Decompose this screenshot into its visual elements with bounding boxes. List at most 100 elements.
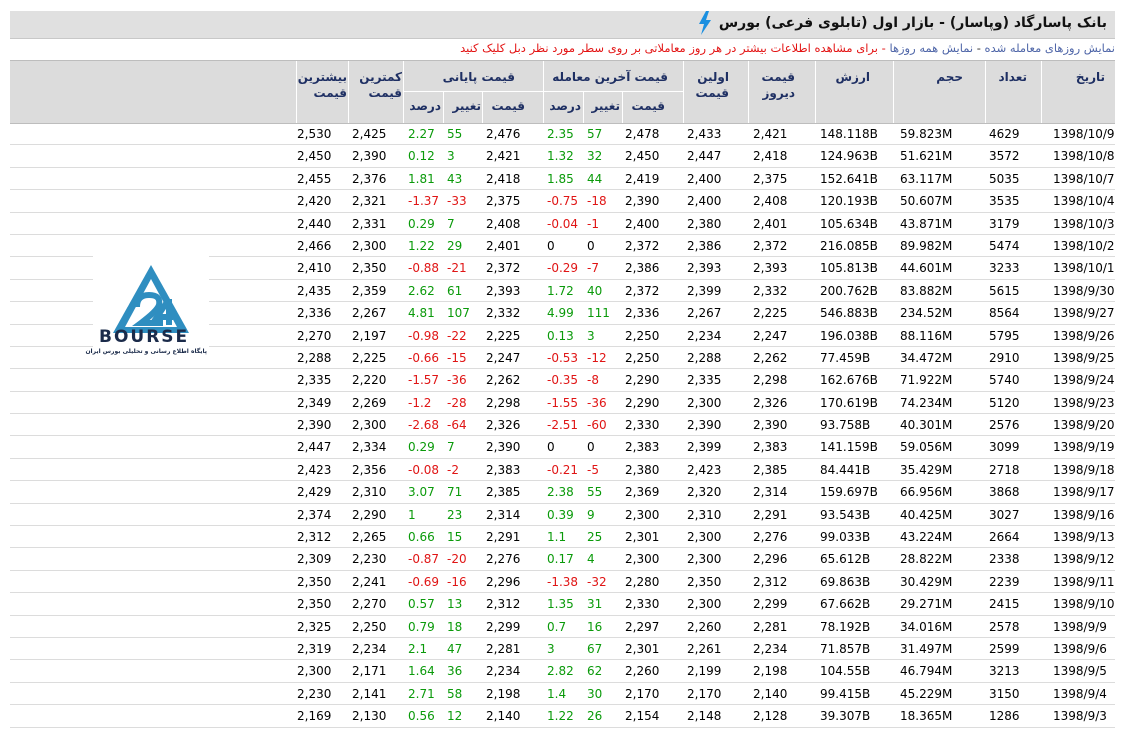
cell-volume: 40.425M (900, 507, 953, 522)
cell-value: 170.619B (820, 395, 878, 410)
show-traded-days-link[interactable]: نمایش روزهای معامله شده (985, 41, 1115, 55)
col-first[interactable]: اولین قیمت (684, 69, 729, 101)
table-row[interactable]: 2,300 2,171 1.64 36 2,234 2.82 62 2,260 2,199 2,1… (10, 660, 1115, 683)
cell-date: 1398/9/26 (1053, 328, 1115, 343)
table-row[interactable]: 2,349 2,269 -1.2 -28 2,298 -1.55 -36 2,290 2,300… (10, 392, 1115, 415)
cell-low: 2,425 (352, 127, 387, 141)
cell-last-chg: 0 (587, 440, 595, 455)
cell-last-pct: -1.55 (547, 395, 579, 410)
table-row[interactable]: 2,350 2,270 0.57 13 2,312 1.35 31 2,330 2,300 2,2… (10, 593, 1115, 616)
col-last-change[interactable]: تغییر (582, 99, 620, 113)
table-row[interactable]: 2,374 2,290 1 23 2,314 0.39 9 2,300 2,310 2,291 93… (10, 504, 1115, 527)
col-count[interactable]: تعداد (999, 69, 1027, 85)
cell-first: 2,350 (687, 574, 722, 589)
table-row[interactable]: 2,169 2,130 0.56 12 2,140 1.22 26 2,154 2,148 2,1… (10, 705, 1115, 728)
cell-count: 3233 (989, 261, 1020, 276)
table-row[interactable]: 2,450 2,390 0.12 3 2,421 1.32 32 2,450 2,447 2,41… (10, 145, 1115, 168)
cell-count: 2718 (989, 462, 1020, 477)
cell-last-pct: 2.38 (547, 485, 574, 500)
table-row[interactable]: 2,335 2,220 -1.57 -36 2,262 -0.35 -8 2,290 2,335… (10, 369, 1115, 392)
cell-high: 2,349 (297, 395, 332, 410)
cell-last-pct: -0.75 (547, 194, 579, 209)
cell-close: 2,385 (486, 485, 521, 500)
cell-close-pct: -0.08 (408, 462, 440, 477)
cell-first: 2,261 (687, 641, 722, 656)
cell-close: 2,291 (486, 530, 521, 545)
col-yesterday[interactable]: قیمت دیروز (750, 69, 795, 101)
cell-volume: 35.429M (900, 462, 953, 477)
cell-close: 2,234 (486, 664, 521, 679)
col-value[interactable]: ارزش (836, 69, 871, 85)
cell-close: 2,298 (486, 395, 521, 410)
cell-date: 1398/10/8 (1053, 149, 1115, 164)
col-low[interactable]: کمترین قیمت (352, 69, 402, 101)
cell-date: 1398/9/16 (1053, 507, 1115, 522)
cell-last-pct: 2.82 (547, 664, 574, 679)
table-row[interactable]: 2,447 2,334 0.29 7 2,390 0 0 2,383 2,399 2,383 141… (10, 436, 1115, 459)
cell-close-pct: 0.66 (408, 530, 435, 545)
cell-high: 2,350 (297, 597, 332, 612)
cell-high: 2,410 (297, 261, 332, 276)
cell-date: 1398/9/24 (1053, 373, 1115, 388)
cell-close-chg: 55 (447, 127, 463, 141)
table-row[interactable]: 2,455 2,376 1.81 43 2,418 1.85 44 2,419 2,400 2,3… (10, 168, 1115, 191)
table-row[interactable]: 2,390 2,300 -2.68 -64 2,326 -2.51 -60 2,330 2,39… (10, 414, 1115, 437)
cell-close-pct: -0.66 (408, 350, 440, 365)
col-volume[interactable]: حجم (936, 69, 963, 85)
cell-last-chg: 31 (587, 597, 603, 612)
col-close-percent[interactable]: درصد (408, 99, 441, 113)
cell-close: 2,225 (486, 328, 521, 343)
cell-count: 5474 (989, 238, 1020, 253)
table-row[interactable]: 2,429 2,310 3.07 71 2,385 2.38 55 2,369 2,320 2,3… (10, 481, 1115, 504)
table-row[interactable]: 2,319 2,234 2.1 47 2,281 3 67 2,301 2,261 2,234 71… (10, 638, 1115, 661)
cell-last: 2,330 (625, 597, 660, 612)
cell-yesterday: 2,372 (753, 238, 788, 253)
cell-close-chg: -28 (447, 395, 467, 410)
cell-close: 2,326 (486, 418, 521, 433)
cell-last-pct: -0.53 (547, 350, 579, 365)
cell-date: 1398/9/5 (1053, 664, 1107, 679)
cell-count: 3535 (989, 194, 1020, 209)
col-close-price[interactable]: قیمت (491, 99, 525, 113)
cell-yesterday: 2,281 (753, 619, 788, 634)
cell-volume: 63.117M (900, 171, 953, 186)
table-row[interactable]: 2,312 2,265 0.66 15 2,291 1.1 25 2,301 2,300 2,27… (10, 526, 1115, 549)
table-row[interactable]: 2,350 2,241 -0.69 -16 2,296 -1.38 -32 2,280 2,35… (10, 571, 1115, 594)
col-last-percent[interactable]: درصد (548, 99, 581, 113)
cell-last-chg: 62 (587, 664, 603, 679)
col-date[interactable]: تاریخ (1076, 69, 1105, 85)
cell-volume: 51.621M (900, 149, 953, 164)
table-row[interactable]: 2,530 2,425 2.27 55 2,476 2.35 57 2,478 2,433 2,4… (10, 123, 1115, 146)
cell-volume: 46.794M (900, 664, 953, 679)
table-row[interactable]: 2,309 2,230 -0.87 -20 2,276 0.17 4 2,300 2,300 2,… (10, 548, 1115, 571)
table-row[interactable]: 2,325 2,250 0.79 18 2,299 0.7 16 2,297 2,260 2,28… (10, 616, 1115, 638)
cell-last-chg: 32 (587, 149, 603, 164)
cell-last-chg: 40 (587, 283, 603, 298)
cell-date: 1398/10/4 (1053, 194, 1115, 209)
cell-yesterday: 2,198 (753, 664, 788, 679)
cell-low: 2,269 (352, 395, 387, 410)
cell-first: 2,386 (687, 238, 722, 253)
cell-count: 2664 (989, 530, 1020, 545)
col-last-price[interactable]: قیمت (631, 99, 665, 113)
table-row[interactable]: 2,230 2,141 2.71 58 2,198 1.4 30 2,170 2,170 2,14… (10, 683, 1115, 706)
table-row[interactable]: 2,420 2,321 -1.37 -33 2,375 -0.75 -18 2,390 2,40… (10, 190, 1115, 213)
cell-value: 78.192B (820, 619, 871, 634)
cell-value: 124.963B (820, 149, 878, 164)
table-row[interactable]: 2,440 2,331 0.29 7 2,408 -0.04 -1 2,400 2,380 2,4… (10, 213, 1115, 235)
cell-low: 2,350 (352, 261, 387, 276)
col-high[interactable]: بیشترین قیمت (297, 69, 347, 101)
cell-last-chg: 4 (587, 552, 595, 567)
cell-close-chg: 43 (447, 171, 463, 186)
cell-volume: 28.822M (900, 552, 953, 567)
col-close-change[interactable]: تغییر (443, 99, 481, 113)
cell-value: 39.307B (820, 709, 871, 724)
cell-close-pct: 0.57 (408, 597, 435, 612)
table-row[interactable]: 2,423 2,356 -0.08 -2 2,383 -0.21 -5 2,380 2,423 2… (10, 459, 1115, 482)
cell-count: 2599 (989, 641, 1020, 656)
cell-close-chg: -16 (447, 574, 467, 589)
cell-volume: 40.301M (900, 418, 953, 433)
cell-last-pct: -0.29 (547, 261, 579, 276)
cell-value: 67.662B (820, 597, 871, 612)
show-all-days-link[interactable]: نمایش همه روزها (889, 41, 973, 55)
